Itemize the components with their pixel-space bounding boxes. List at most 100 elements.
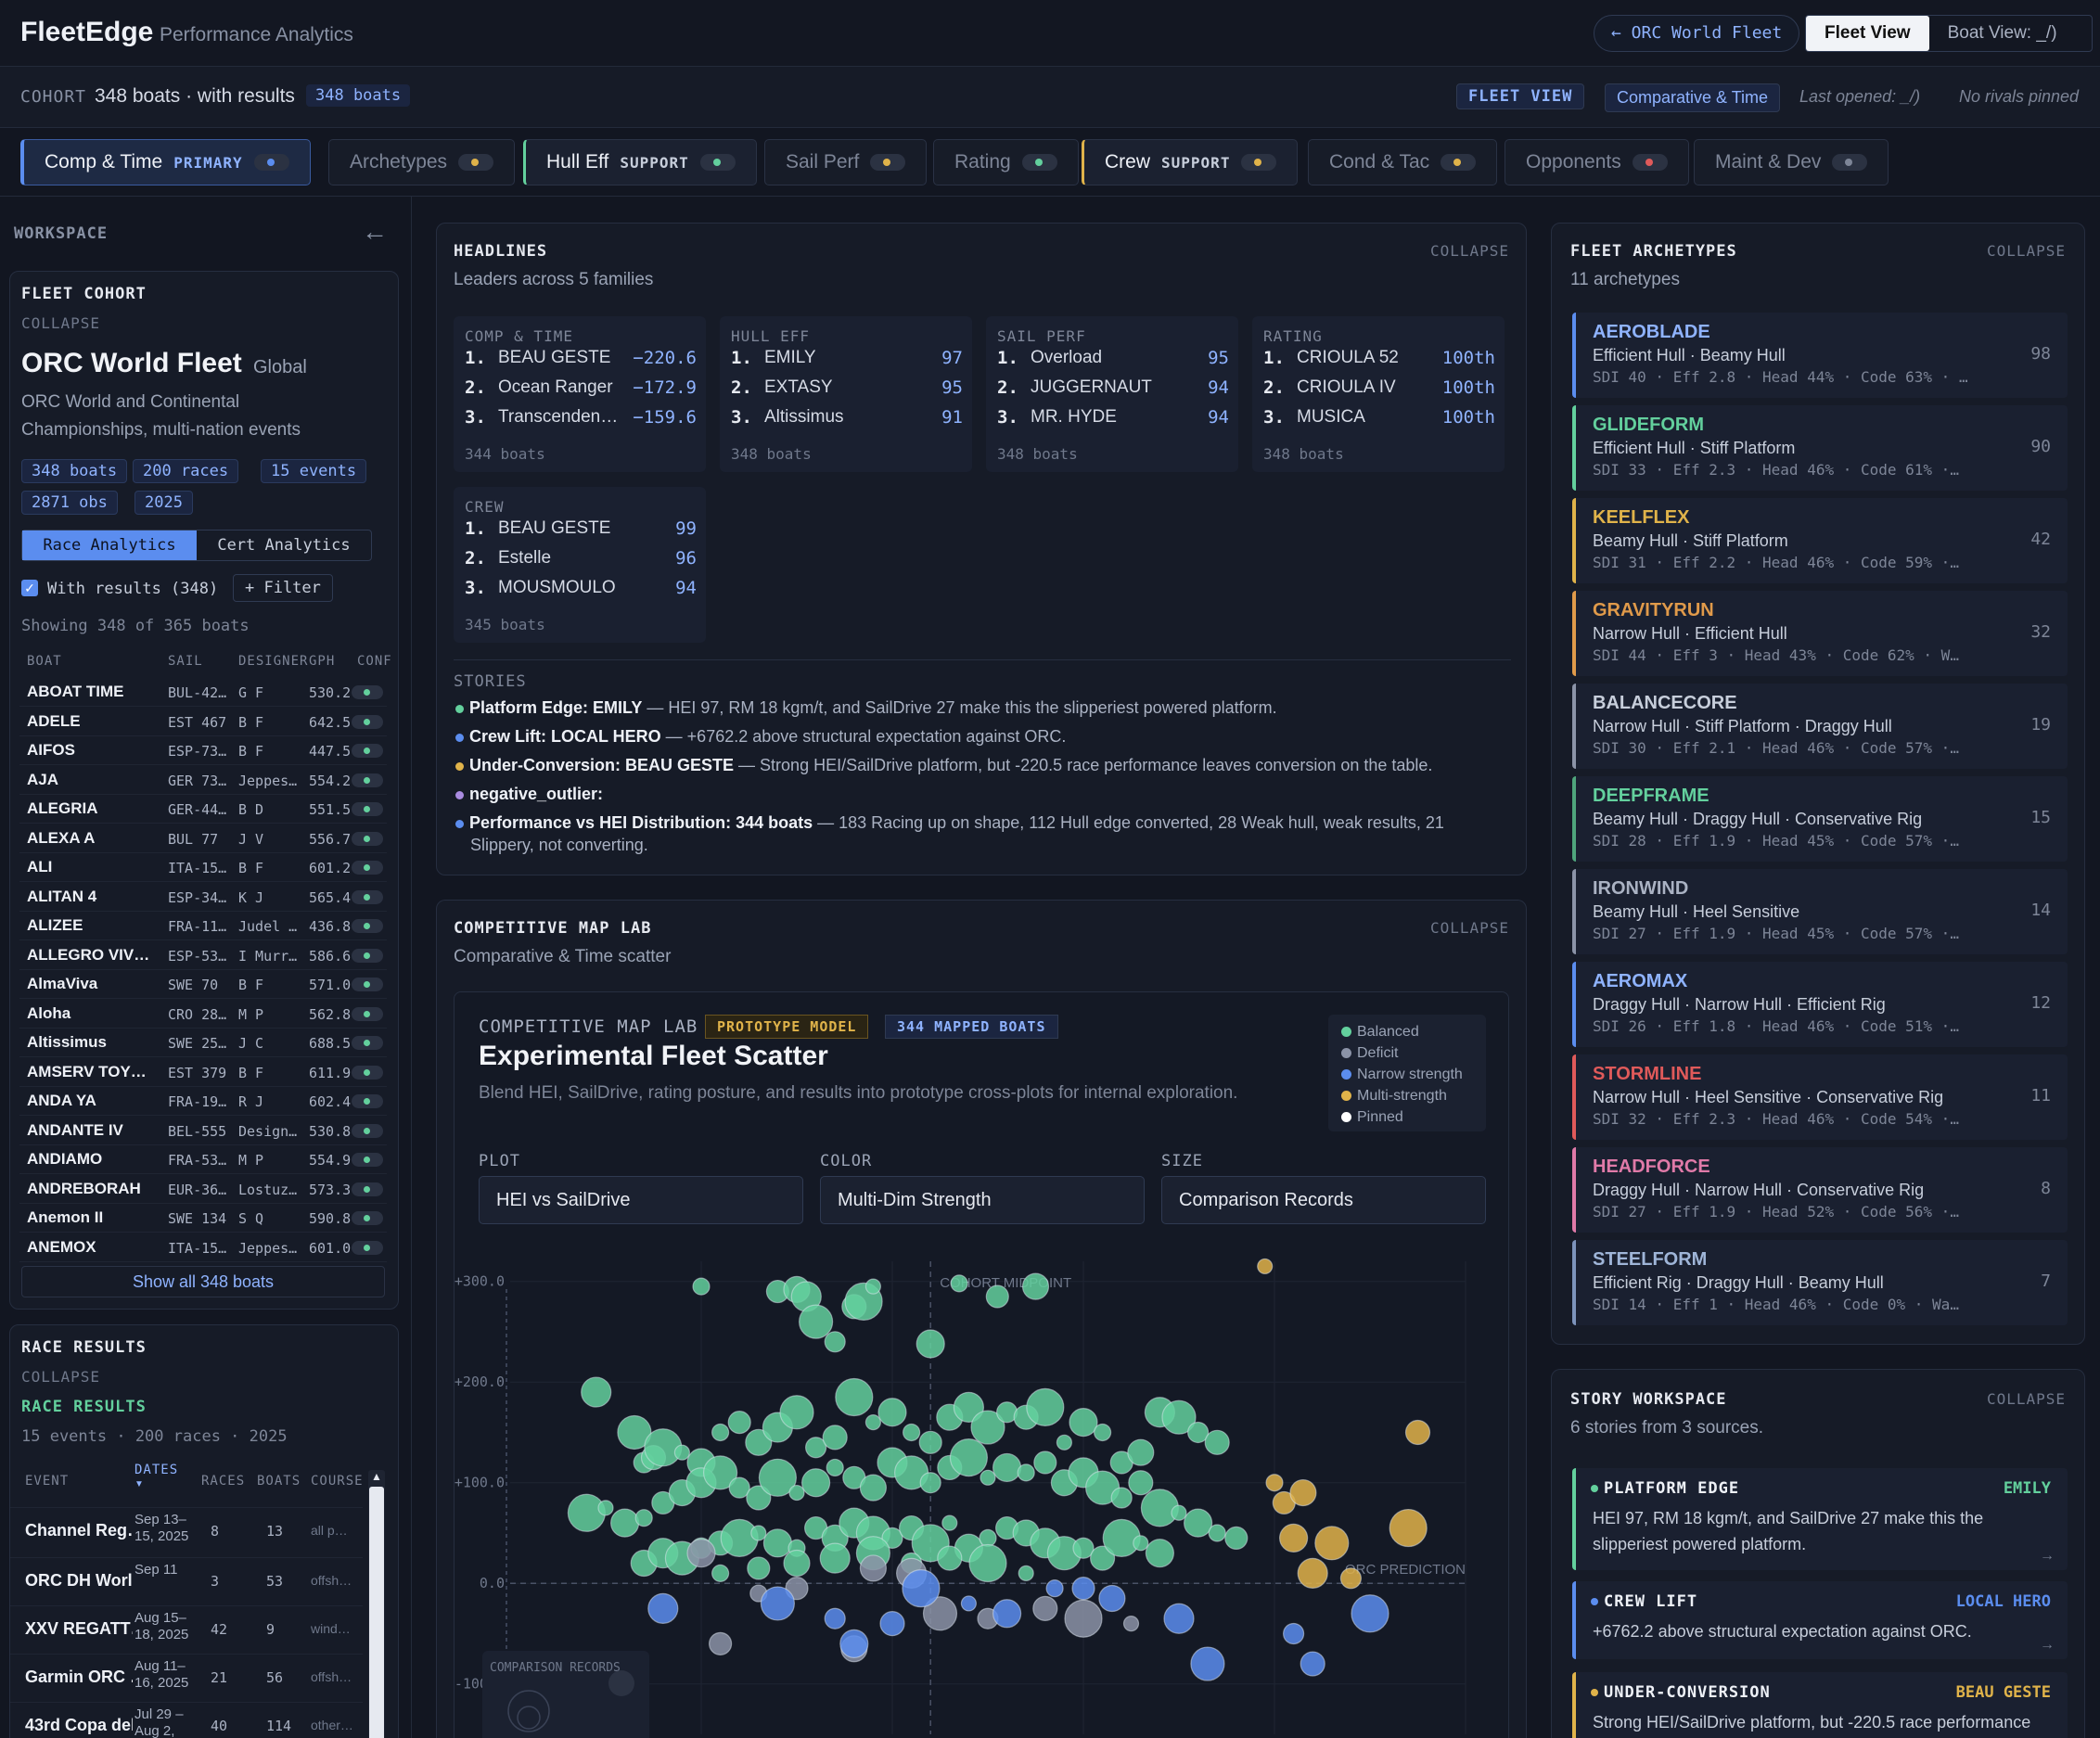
boat-confidence-toggle[interactable] (352, 744, 383, 758)
scatter-point[interactable] (937, 1545, 963, 1571)
legend-item[interactable]: Balanced (1341, 1024, 1419, 1041)
scatter-point[interactable] (839, 1629, 869, 1658)
boat-confidence-toggle[interactable] (352, 1123, 383, 1138)
boat-row[interactable]: ALEGRIA GER-44… B D 551.5 (19, 795, 387, 824)
story-line[interactable]: Platform Edge: EMILY — HEI 97, RM 18 kgm… (455, 696, 1513, 719)
scatter-point[interactable] (1257, 1258, 1274, 1275)
boat-confidence-toggle[interactable] (352, 1065, 383, 1080)
scatter-point[interactable] (610, 1508, 640, 1538)
scatter-point[interactable] (877, 1398, 907, 1427)
boat-row[interactable]: ANDA YA FRA-19… R J 602.4 (19, 1087, 387, 1116)
fleet-view-button[interactable]: Fleet View (1806, 16, 1929, 51)
race-results-collapse[interactable]: COLLAPSE (21, 1368, 100, 1386)
boat-col-header[interactable]: GPH (309, 654, 335, 669)
boat-confidence-toggle[interactable] (352, 1211, 383, 1225)
color-select[interactable]: Multi-Dim Strength (820, 1176, 1145, 1224)
story-line[interactable]: Under-Conversion: BEAU GESTE — Strong HE… (455, 754, 1513, 776)
scatter-point[interactable] (1056, 1434, 1073, 1450)
archetype-card[interactable]: STEELFORM Efficient Rig · Draggy Hull · B… (1572, 1240, 2068, 1325)
boat-row[interactable]: ANDIAMO FRA-53… M P 554.9 (19, 1145, 387, 1174)
scatter-point[interactable] (1026, 1387, 1065, 1426)
scatter-point[interactable] (918, 1430, 942, 1454)
legend-item[interactable]: Pinned (1341, 1109, 1403, 1126)
scatter-point[interactable] (1017, 1463, 1035, 1482)
scatter-point[interactable] (1265, 1474, 1284, 1492)
archetype-card[interactable]: AEROMAX Draggy Hull · Narrow Hull · Effic… (1572, 962, 2068, 1047)
scatter-point[interactable] (1389, 1508, 1428, 1548)
tab-5[interactable]: Crew SUPPORT (1082, 139, 1299, 185)
scatter-point[interactable] (799, 1304, 834, 1339)
scatter-point[interactable] (941, 1514, 958, 1531)
with-results-checkbox[interactable]: ✓ (21, 580, 38, 596)
scatter-point[interactable] (916, 1329, 945, 1359)
scatter-point[interactable] (709, 1631, 733, 1655)
boat-row[interactable]: Aloha CRO 28… M P 562.8 (19, 1000, 387, 1029)
scatter-point[interactable] (1122, 1616, 1140, 1632)
archetype-card[interactable]: STORMLINE Narrow Hull · Heel Sensitive · … (1572, 1054, 2068, 1140)
tab-toggle[interactable] (699, 154, 736, 171)
scatter-point[interactable] (692, 1277, 711, 1296)
race-row[interactable]: ORC DH Worl…Sep 11 3 53 offsh… (10, 1557, 363, 1605)
scatter-point[interactable] (1145, 1539, 1175, 1568)
scatter-point[interactable] (1163, 1603, 1195, 1634)
scatter-point[interactable] (1128, 1470, 1154, 1496)
scatter-point[interactable] (581, 1376, 612, 1408)
scatter-point[interactable] (1045, 1579, 1064, 1598)
scatter-point[interactable] (864, 1414, 881, 1431)
scatter-point[interactable] (727, 1411, 751, 1435)
scatter-point[interactable] (762, 1528, 792, 1558)
scatter-point[interactable] (1171, 1504, 1187, 1521)
scatter-point[interactable] (1127, 1438, 1155, 1466)
scatter-point[interactable] (1314, 1526, 1350, 1561)
boat-row[interactable]: ADELE EST 467 B F 642.5 (19, 708, 387, 736)
fleet-cohort-collapse[interactable]: COLLAPSE (21, 314, 100, 332)
archetype-card[interactable]: GLIDEFORM Efficient Hull · Stiff Platform… (1572, 405, 2068, 491)
arrow-left-icon[interactable]: ← (362, 217, 388, 247)
tab-toggle[interactable] (1241, 154, 1277, 171)
scatter-point[interactable] (1093, 1423, 1112, 1442)
boat-col-header[interactable]: SAIL (168, 654, 203, 669)
story-workspace-collapse[interactable]: COLLAPSE (1987, 1390, 2066, 1408)
scatter-point[interactable] (1098, 1584, 1126, 1613)
scatter-point[interactable] (1289, 1478, 1317, 1507)
scatter-point[interactable] (902, 1569, 941, 1608)
scatter-point[interactable] (647, 1592, 679, 1624)
scatter-point[interactable] (919, 1472, 941, 1494)
scatter-point[interactable] (686, 1539, 716, 1568)
tab-6[interactable]: Cond & Tac (1308, 139, 1498, 185)
scatter-plot[interactable]: 20406080100+300.0+200.0+100.00.0-100.0CO… (455, 1243, 1508, 1738)
story-line[interactable]: Crew Lift: LOCAL HERO — +6762.2 above st… (455, 725, 1513, 748)
scatter-point[interactable] (824, 1607, 846, 1629)
story-card[interactable]: PLATFORM EDGE EMILY HEI 97, RM 18 kgm/t, a… (1572, 1468, 2068, 1570)
boat-row[interactable]: ABOAT TIME BUL-42… G F 530.2 (19, 678, 387, 707)
scatter-point[interactable] (634, 1509, 653, 1527)
brand-logo[interactable]: FleetEdge (20, 17, 153, 48)
scatter-point[interactable] (950, 1274, 968, 1293)
boat-confidence-toggle[interactable] (352, 685, 383, 699)
scatter-point[interactable] (864, 1278, 881, 1295)
scatter-point[interactable] (980, 1469, 996, 1486)
scatter-point[interactable] (1032, 1595, 1058, 1621)
boat-row[interactable]: AMSERV TOY… EST 379 B F 611.9 (19, 1058, 387, 1087)
scatter-point[interactable] (1297, 1557, 1328, 1589)
tab-toggle[interactable] (1632, 154, 1668, 171)
story-line[interactable]: Performance vs HEI Distribution: 344 boa… (455, 811, 1513, 856)
boat-row[interactable]: ANDREBORAH EUR-36… Lostuz… 573.3 (19, 1175, 387, 1204)
board-row[interactable]: 3. MUSICA 100th (1263, 407, 1495, 435)
legend-item[interactable]: Multi-strength (1341, 1088, 1447, 1105)
board-row[interactable]: 3. MR. HYDE 94 (997, 407, 1229, 435)
scatter-point[interactable] (1300, 1651, 1325, 1677)
boat-row[interactable]: ANDANTE IV BEL-555 Design… 530.8 (19, 1117, 387, 1145)
race-analytics-button[interactable]: Race Analytics (22, 530, 197, 560)
boat-row[interactable]: ALLEGRO VIV… ESP-53… I Murr… 586.6 (19, 941, 387, 970)
archetype-card[interactable]: BALANCECORE Narrow Hull · Stiff Platform … (1572, 684, 2068, 769)
legend-item[interactable]: Deficit (1341, 1045, 1398, 1062)
archetype-card[interactable]: AEROBLADE Efficient Hull · Beamy Hull SDI … (1572, 313, 2068, 398)
scatter-point[interactable] (783, 1549, 811, 1578)
board-row[interactable]: 2. Ocean Ranger −172.9 (465, 377, 697, 405)
scatter-point[interactable] (1110, 1487, 1133, 1509)
scatter-point[interactable] (1064, 1599, 1103, 1638)
tab-0[interactable]: Comp & Time PRIMARY (20, 139, 311, 185)
boat-row[interactable]: Altissimus SWE 25… J C 688.5 (19, 1029, 387, 1057)
scatter-point[interactable] (1133, 1535, 1149, 1552)
